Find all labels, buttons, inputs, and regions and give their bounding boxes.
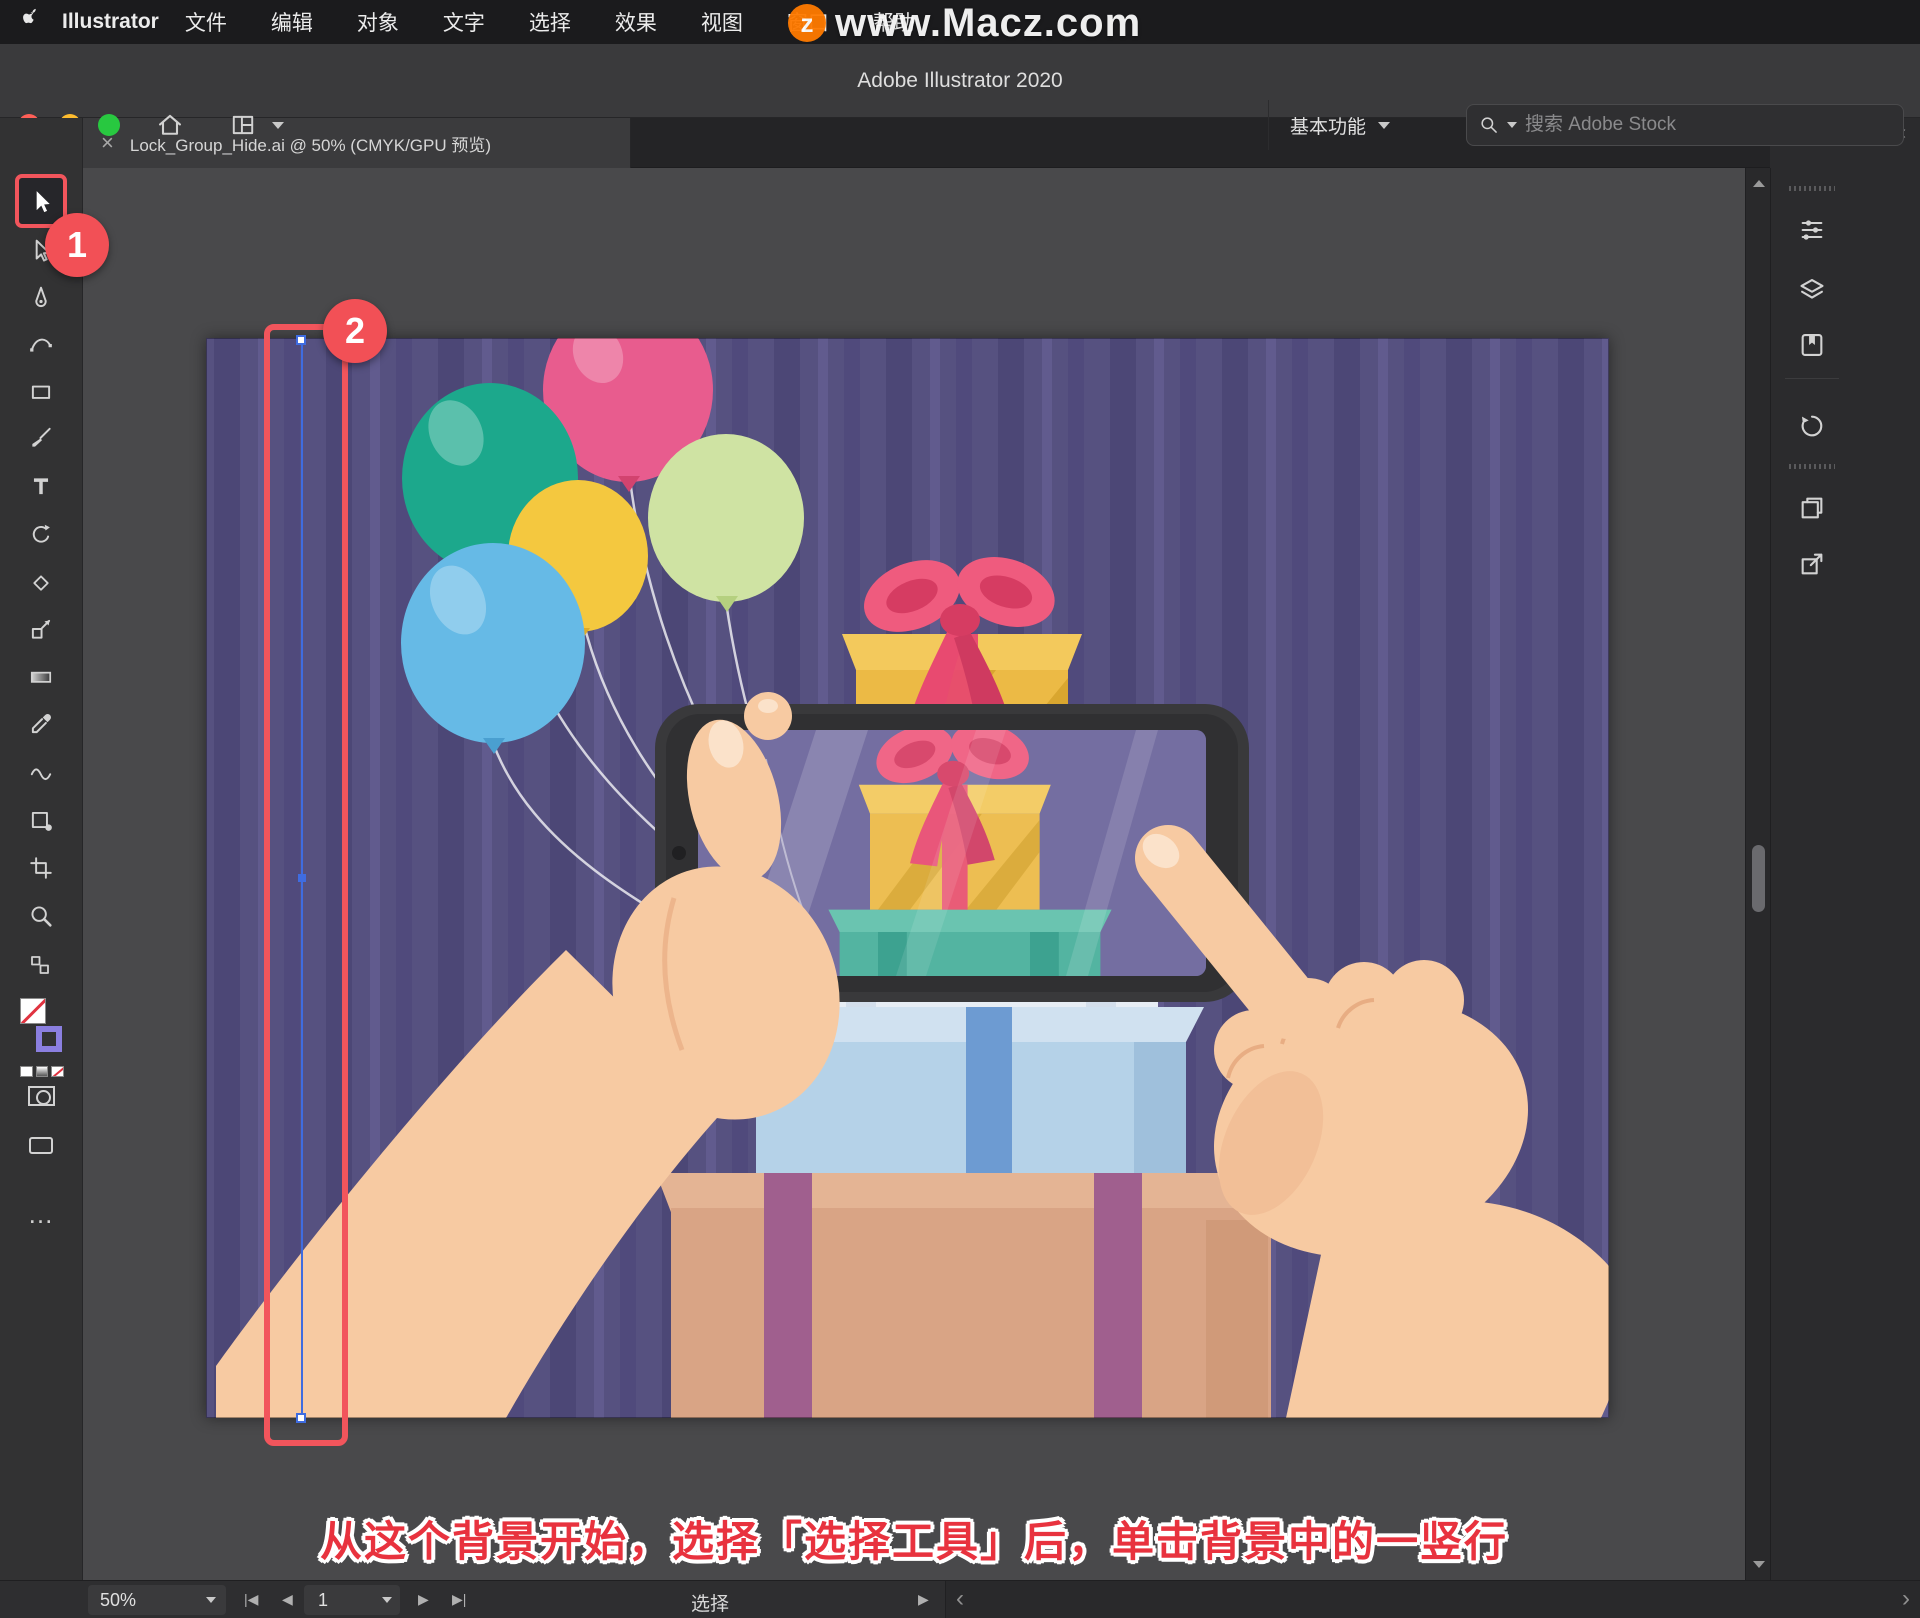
layers-panel-icon[interactable] xyxy=(1789,270,1835,310)
scroll-down-icon[interactable] xyxy=(1753,1561,1765,1568)
artboard-number: 1 xyxy=(318,1590,328,1611)
gradient-button[interactable] xyxy=(36,1066,49,1077)
crop-tool[interactable] xyxy=(17,846,65,890)
first-artboard-button[interactable]: |◀ xyxy=(244,1591,258,1608)
home-icon[interactable] xyxy=(155,110,185,140)
eraser-tool[interactable] xyxy=(17,561,65,605)
menu-item-select[interactable]: 选择 xyxy=(529,7,571,37)
artboard-caret xyxy=(382,1597,392,1603)
fill-stroke-indicator[interactable] xyxy=(20,998,62,1058)
menu-item-object[interactable]: 对象 xyxy=(357,7,399,37)
menu-item-effect[interactable]: 效果 xyxy=(615,7,657,37)
scroll-up-icon[interactable] xyxy=(1753,180,1765,187)
workspace-label: 基本功能 xyxy=(1290,112,1366,139)
arrange-documents-caret[interactable] xyxy=(272,122,284,129)
previous-artboard-button[interactable]: ◀ xyxy=(282,1591,293,1608)
none-button[interactable] xyxy=(51,1066,64,1077)
status-bar: 50% |◀ ◀ 1 ▶ ▶| 选择 ▶ ‹ › xyxy=(0,1580,1920,1618)
annotation-column-box xyxy=(264,324,348,1446)
title-bar: Adobe Illustrator 2020 基本功能 xyxy=(0,44,1920,118)
zoom-tool[interactable] xyxy=(17,894,65,938)
canvas-area[interactable]: 2 从这个背景开始，选择「选择工具」后，单击背景中的一竖行 xyxy=(83,168,1745,1580)
anchor-point-middle xyxy=(298,874,306,882)
zoom-level-dropdown[interactable]: 50% xyxy=(88,1585,226,1615)
scale-tool[interactable] xyxy=(17,607,65,651)
gradient-tool[interactable] xyxy=(17,655,65,699)
next-artboard-button[interactable]: ▶ xyxy=(418,1591,429,1608)
properties-panel-icon[interactable] xyxy=(1789,210,1835,250)
step-1-badge: 1 xyxy=(45,213,109,277)
adobe-stock-search xyxy=(1466,104,1904,146)
menu-item-window[interactable]: 窗口 xyxy=(787,7,829,37)
search-input[interactable] xyxy=(1525,114,1891,136)
selection-tool[interactable] xyxy=(17,180,65,224)
libraries-panel-icon[interactable] xyxy=(1789,325,1835,365)
search-scope-caret[interactable] xyxy=(1507,122,1517,128)
curvature-tool[interactable] xyxy=(17,322,65,366)
vertical-scrollbar[interactable] xyxy=(1745,168,1770,1580)
zoom-window-button[interactable] xyxy=(98,114,120,136)
menu-items: 文件 编辑 对象 文字 选择 效果 视图 窗口 帮助 xyxy=(185,7,915,37)
menu-item-view[interactable]: 视图 xyxy=(701,7,743,37)
artboard-navigation-dropdown[interactable]: 1 xyxy=(304,1585,400,1615)
workspace-caret xyxy=(1378,122,1390,129)
paintbrush-tool[interactable] xyxy=(17,416,65,460)
color-mode-buttons xyxy=(20,1066,64,1077)
zoom-value: 50% xyxy=(100,1590,136,1611)
menu-item-help[interactable]: 帮助 xyxy=(873,7,915,37)
eyedropper-tool[interactable] xyxy=(17,702,65,746)
shaper-tool[interactable] xyxy=(17,749,65,793)
draw-mode-icon[interactable] xyxy=(28,1086,55,1106)
status-flyout-icon[interactable]: ▶ xyxy=(918,1591,929,1608)
illustrator-window: Illustrator 文件 编辑 对象 文字 选择 效果 视图 窗口 帮助 z… xyxy=(0,0,1920,1618)
swap-fill-stroke-icon[interactable] xyxy=(17,944,65,988)
color-button[interactable] xyxy=(20,1066,33,1077)
panel-grip[interactable] xyxy=(1789,464,1835,469)
arrange-documents-icon[interactable] xyxy=(228,110,258,140)
tools-panel: … xyxy=(0,118,83,1580)
zoom-caret xyxy=(206,1597,216,1603)
stroke-swatch[interactable] xyxy=(36,1026,62,1052)
menu-item-type[interactable]: 文字 xyxy=(443,7,485,37)
horizontal-scrollbar[interactable]: ‹ › xyxy=(945,1581,1920,1618)
last-artboard-button[interactable]: ▶| xyxy=(452,1591,466,1608)
fill-swatch-none[interactable] xyxy=(20,998,46,1024)
export-panel-icon[interactable] xyxy=(1789,544,1835,584)
type-tool[interactable] xyxy=(17,464,65,508)
workspace-switcher[interactable]: 基本功能 xyxy=(1290,104,1390,146)
symbol-tool[interactable] xyxy=(17,798,65,842)
artwork-illustration[interactable] xyxy=(206,338,1609,1418)
pen-tool[interactable] xyxy=(17,276,65,320)
recolor-panel-icon[interactable] xyxy=(1789,406,1835,446)
step-2-badge: 2 xyxy=(323,299,387,363)
titlebar-divider xyxy=(1268,100,1269,150)
scroll-left-icon[interactable]: ‹ xyxy=(956,1585,964,1613)
anchor-point-top xyxy=(296,335,306,345)
status-tool-label: 选择 xyxy=(610,1589,810,1616)
anchor-point-bottom xyxy=(296,1413,306,1423)
vertical-scroll-thumb[interactable] xyxy=(1752,845,1765,912)
menu-app-name[interactable]: Illustrator xyxy=(62,10,159,34)
apple-icon[interactable] xyxy=(22,7,42,37)
menu-bar: Illustrator 文件 编辑 对象 文字 选择 效果 视图 窗口 帮助 xyxy=(0,0,1920,44)
panel-grip[interactable] xyxy=(1789,186,1835,191)
edit-toolbar-icon[interactable]: … xyxy=(0,1199,83,1230)
panel-dock xyxy=(1770,168,1920,1618)
caption-text: 从这个背景开始，选择「选择工具」后，单击背景中的一竖行 xyxy=(83,1508,1745,1569)
rectangle-tool[interactable] xyxy=(17,370,65,414)
search-icon xyxy=(1479,115,1499,135)
screen-mode-icon[interactable] xyxy=(29,1137,53,1154)
panel-divider xyxy=(1785,378,1839,379)
menu-item-edit[interactable]: 编辑 xyxy=(271,7,313,37)
rotate-tool[interactable] xyxy=(17,513,65,557)
menu-item-file[interactable]: 文件 xyxy=(185,7,227,37)
scroll-right-icon[interactable]: › xyxy=(1902,1585,1910,1613)
artboards-panel-icon[interactable] xyxy=(1789,488,1835,528)
